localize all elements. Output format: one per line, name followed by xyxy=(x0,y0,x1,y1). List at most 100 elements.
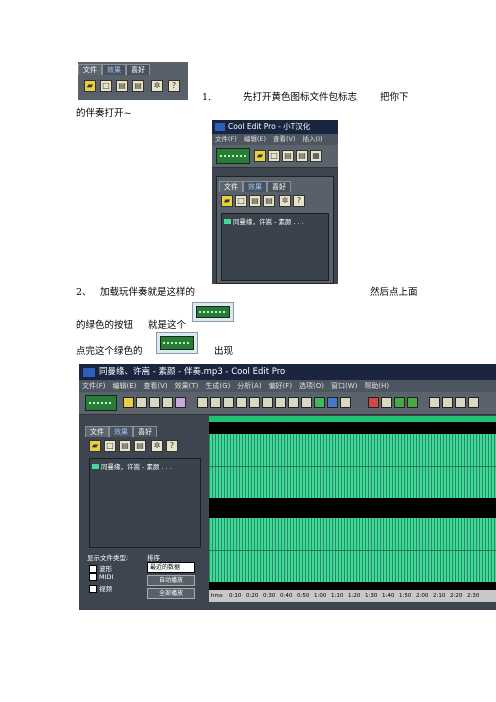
help-icon[interactable]: ? xyxy=(168,80,180,92)
step1-text-a: 先打开黄色图标文件包标志 xyxy=(243,92,358,103)
undo-icon[interactable] xyxy=(197,397,208,408)
view-extra-icon[interactable] xyxy=(468,397,479,408)
filetype-video[interactable]: 视频 xyxy=(89,583,112,593)
multitrack-icon[interactable] xyxy=(175,397,186,408)
menu-edit[interactable]: 编辑(E) xyxy=(113,382,137,390)
waveform-display[interactable]: hms 0:10 0:20 0:30 0:40 0:50 1:00 1:10 1… xyxy=(209,416,496,602)
view-wave-icon[interactable] xyxy=(429,397,440,408)
save-icon[interactable]: ▤ xyxy=(119,440,131,452)
close-file-icon[interactable]: □ xyxy=(235,195,247,207)
checkbox-icon xyxy=(89,573,97,581)
settings-icon[interactable]: ✲ xyxy=(279,195,291,207)
menu-file[interactable]: 文件(F) xyxy=(82,382,106,390)
repeat-icon[interactable] xyxy=(223,397,234,408)
ruler-tick: 1:00 xyxy=(314,593,327,599)
menu-options[interactable]: 选项(O) xyxy=(299,382,324,390)
filetype-midi[interactable]: MIDI xyxy=(89,573,113,581)
open-folder-icon[interactable]: ▰ xyxy=(84,80,96,92)
green-effect-icon[interactable] xyxy=(314,397,325,408)
mix-paste-icon[interactable] xyxy=(275,397,286,408)
open-file-icon[interactable] xyxy=(123,397,134,408)
file-list-item[interactable]: 同曼缘，许嵩 - 素颜 . . . xyxy=(90,459,200,471)
ruler-tick: 2:30 xyxy=(467,593,480,599)
effect-icon[interactable] xyxy=(301,397,312,408)
tab-favorites[interactable]: 喜好 xyxy=(133,426,157,437)
settings-icon[interactable]: ✲ xyxy=(151,440,163,452)
view-spectrum-icon[interactable] xyxy=(442,397,453,408)
paste-icon[interactable] xyxy=(262,397,273,408)
open-file-icon[interactable]: ▰ xyxy=(254,150,266,162)
save-icon[interactable]: ▤ xyxy=(116,80,128,92)
tab-effects[interactable]: 效果 xyxy=(109,426,133,437)
ruler-tick: 2:20 xyxy=(450,593,463,599)
multitrack-icon[interactable]: ▦ xyxy=(310,150,322,162)
tab-file[interactable]: 文件 xyxy=(219,181,243,192)
menu-file[interactable]: 文件(F) xyxy=(215,135,237,143)
file-list-item[interactable]: 同曼缘，许嵩 - 素颜 . . . xyxy=(222,214,328,226)
save-icon[interactable]: ▤ xyxy=(249,195,261,207)
waveform-file-icon xyxy=(224,219,231,224)
cut-icon[interactable] xyxy=(236,397,247,408)
view-properties-icon[interactable] xyxy=(455,397,466,408)
close-file-icon[interactable]: □ xyxy=(100,80,112,92)
menu-analyze[interactable]: 分析(A) xyxy=(237,382,261,390)
step2-number: 2、 xyxy=(76,287,92,298)
menu-generate[interactable]: 生成(G) xyxy=(205,382,230,390)
filetype-midi-label: MIDI xyxy=(99,573,114,581)
waveform-overview-bar[interactable] xyxy=(209,416,496,422)
ruler-tick: 0:10 xyxy=(229,593,242,599)
save-all-icon[interactable]: ▤ xyxy=(296,150,308,162)
menu-view[interactable]: 查看(V) xyxy=(273,135,296,143)
organizer-panel: 文件 效果 喜好 ▰ □ ▤ ▤ ✲ ? 同曼缘，许嵩 - 素颜 . . . 显… xyxy=(85,424,205,606)
save-all-icon[interactable]: ▤ xyxy=(134,440,146,452)
step3-text-a: 点完这个绿色的 xyxy=(76,346,143,357)
tab-favorites[interactable]: 喜好 xyxy=(126,64,150,75)
tab-effects[interactable]: 效果 xyxy=(243,181,267,192)
menu-help[interactable]: 帮助(H) xyxy=(364,382,389,390)
step2-text-c: 的绿色的按钮 xyxy=(76,320,134,331)
tab-favorites[interactable]: 喜好 xyxy=(267,181,291,192)
waveform-toggle-button[interactable] xyxy=(85,395,117,411)
menu-insert[interactable]: 插入(I) xyxy=(303,135,323,143)
waveform-toggle-button[interactable] xyxy=(216,148,250,164)
help-icon[interactable]: ? xyxy=(166,440,178,452)
save-icon[interactable] xyxy=(149,397,160,408)
blue-effect-icon[interactable] xyxy=(327,397,338,408)
open-folder-icon[interactable]: ▰ xyxy=(89,440,101,452)
graph-icon[interactable] xyxy=(340,397,351,408)
full-play-button[interactable]: 全部播放 xyxy=(147,588,195,599)
tab-file[interactable]: 文件 xyxy=(85,426,109,437)
menu-edit[interactable]: 编辑(E) xyxy=(244,135,266,143)
close-file-icon[interactable]: □ xyxy=(104,440,116,452)
noise-icon[interactable] xyxy=(381,397,392,408)
save-all-icon[interactable]: ▤ xyxy=(263,195,275,207)
filetype-video-label: 视频 xyxy=(99,585,112,593)
menu-preferences[interactable]: 偏好(F) xyxy=(269,382,293,390)
spectral-icon[interactable] xyxy=(368,397,379,408)
save-icon[interactable]: ▤ xyxy=(282,150,294,162)
sort-dropdown[interactable]: 最近的数据 xyxy=(147,562,195,573)
copy-icon[interactable] xyxy=(249,397,260,408)
close-file-icon[interactable]: □ xyxy=(268,150,280,162)
checkbox-icon xyxy=(89,585,97,593)
filetype-wave[interactable]: 波形 xyxy=(89,563,112,573)
menu-window[interactable]: 窗口(W) xyxy=(331,382,357,390)
tone-icon[interactable] xyxy=(394,397,405,408)
grid-icon[interactable] xyxy=(407,397,418,408)
filetype-wave-label: 波形 xyxy=(99,565,112,573)
save-all-icon[interactable]: ▤ xyxy=(132,80,144,92)
close-file-icon[interactable] xyxy=(136,397,147,408)
open-folder-icon[interactable]: ▰ xyxy=(221,195,233,207)
settings-icon[interactable]: ✲ xyxy=(151,80,163,92)
tab-effects[interactable]: 效果 xyxy=(102,64,126,75)
trim-icon[interactable] xyxy=(288,397,299,408)
sort-label: 排序 xyxy=(147,554,160,562)
help-icon[interactable]: ? xyxy=(293,195,305,207)
toolbar xyxy=(79,392,496,415)
tab-file[interactable]: 文件 xyxy=(78,64,102,75)
save-all-icon[interactable] xyxy=(162,397,173,408)
redo-icon[interactable] xyxy=(210,397,221,408)
autoplay-button[interactable]: 自动播放 xyxy=(147,575,195,586)
menu-view[interactable]: 查看(V) xyxy=(143,382,167,390)
menu-effects[interactable]: 效果(T) xyxy=(175,382,199,390)
